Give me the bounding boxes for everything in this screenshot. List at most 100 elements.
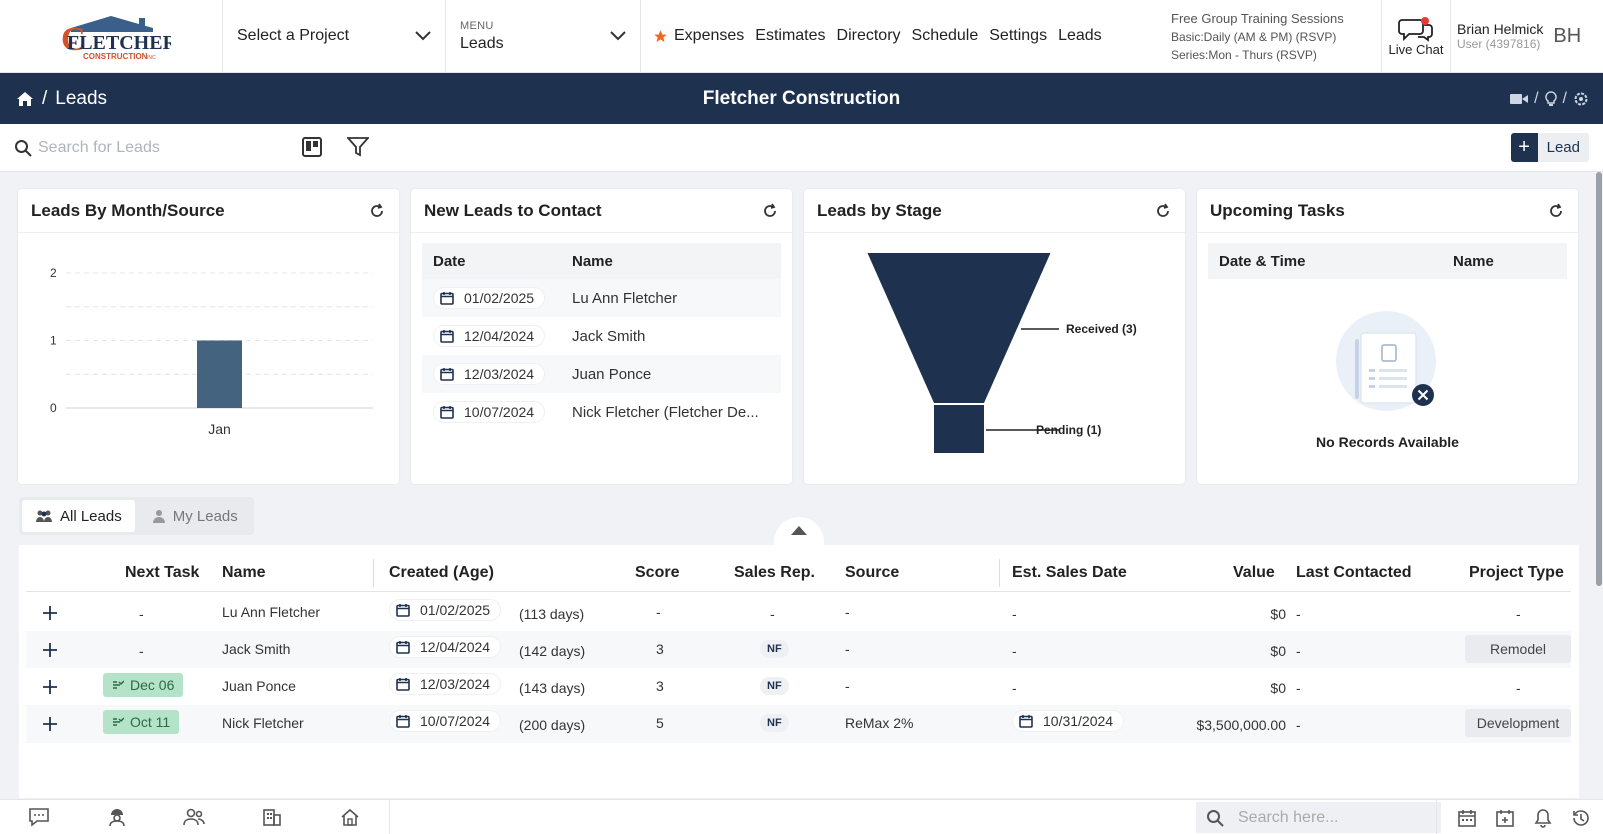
- worker-icon[interactable]: [78, 807, 156, 827]
- expand-row-button[interactable]: [38, 675, 62, 699]
- tab-all-leads[interactable]: All Leads: [22, 500, 135, 532]
- column-header-est-sales-date[interactable]: Est. Sales Date: [1012, 564, 1127, 582]
- est-sales-date: -: [1012, 680, 1017, 696]
- video-icon[interactable]: [1510, 93, 1529, 105]
- date-pill: 10/07/2024: [433, 401, 546, 423]
- lead-date: 12/03/2024: [464, 366, 535, 382]
- table-row[interactable]: - Lu Ann Fletcher 01/02/2025 (113 days) - - - -…: [26, 594, 1571, 632]
- refresh-icon[interactable]: [369, 203, 385, 219]
- lead-name: Nick Fletcher (Fletcher De...: [572, 403, 759, 421]
- calendar-icon: [396, 640, 410, 654]
- contacts-icon[interactable]: [156, 807, 234, 827]
- board-view-icon[interactable]: [302, 137, 322, 157]
- created-date-pill: 01/02/2025: [389, 599, 502, 621]
- widget-upcoming-tasks: Upcoming Tasks Date & Time Name No Recor…: [1197, 189, 1578, 484]
- table-row[interactable]: Oct 11 Nick Fletcher 10/07/2024 (200 days) 5…: [26, 705, 1571, 743]
- search-input[interactable]: [38, 136, 278, 160]
- table-row[interactable]: - Jack Smith 12/04/2024 (142 days) 3 NF - - $0- R…: [26, 631, 1571, 669]
- gear-icon[interactable]: [1573, 91, 1589, 107]
- lead-name[interactable]: Juan Ponce: [222, 678, 296, 694]
- lead-name[interactable]: Lu Ann Fletcher: [222, 604, 320, 620]
- widget-new-leads: New Leads to Contact Date Name 01/02/202…: [411, 189, 792, 484]
- lightbulb-icon[interactable]: [1544, 90, 1557, 107]
- lead-source: -: [845, 641, 850, 657]
- column-header-name[interactable]: Name: [222, 564, 266, 582]
- tab-my-leads[interactable]: My Leads: [139, 500, 251, 532]
- created-date: 10/07/2024: [420, 713, 491, 729]
- funnel-stage-received[interactable]: [867, 253, 1051, 403]
- column-header-sales-rep[interactable]: Sales Rep.: [734, 564, 815, 582]
- next-task-date: Oct 11: [130, 714, 171, 730]
- column-header-last-contacted[interactable]: Last Contacted: [1296, 564, 1412, 582]
- nav-link-settings[interactable]: Settings: [989, 27, 1047, 45]
- column-header-value[interactable]: Value: [1233, 564, 1275, 582]
- column-header-created[interactable]: Created (Age): [389, 564, 494, 582]
- expand-row-button[interactable]: [38, 601, 62, 625]
- plus-icon: +: [1510, 133, 1538, 162]
- next-task-badge[interactable]: Oct 11: [103, 710, 180, 734]
- chat-icon[interactable]: [0, 807, 78, 827]
- list-item[interactable]: 10/07/2024 Nick Fletcher (Fletcher De...: [422, 393, 781, 431]
- lead-date: 10/07/2024: [464, 404, 535, 420]
- project-type-badge[interactable]: Remodel: [1465, 635, 1571, 663]
- lead-age: (143 days): [519, 680, 586, 696]
- collapse-widgets-button[interactable]: [774, 517, 824, 545]
- logo-sup: INC: [147, 55, 156, 61]
- bar[interactable]: [197, 340, 242, 409]
- menu-value: Leads: [460, 34, 504, 52]
- page-scrollbar[interactable]: [1596, 172, 1602, 586]
- calendar-add-icon[interactable]: [1495, 808, 1515, 828]
- list-item[interactable]: 12/03/2024 Juan Ponce: [422, 355, 781, 393]
- nav-link-directory[interactable]: Directory: [837, 27, 901, 45]
- column-header-project-type[interactable]: Project Type: [1469, 564, 1564, 582]
- created-date-pill: 12/03/2024: [389, 673, 502, 695]
- calendar-icon: [440, 291, 454, 305]
- calendar-icon[interactable]: [1457, 808, 1477, 828]
- live-chat-button[interactable]: Live Chat: [1381, 0, 1451, 72]
- nav-link-schedule[interactable]: Schedule: [912, 27, 979, 45]
- list-item[interactable]: 12/04/2024 Jack Smith: [422, 317, 781, 355]
- user-menu[interactable]: Brian Helmick User (4397816) BH: [1451, 0, 1581, 72]
- expand-row-button[interactable]: [38, 638, 62, 662]
- column-header-source[interactable]: Source: [845, 564, 899, 582]
- avatar: BH: [1553, 24, 1582, 47]
- funnel-stage-pending[interactable]: [934, 405, 984, 453]
- top-navigation-bar: C FLETCHER CONSTRUCTION INC Select a Pro…: [0, 0, 1603, 73]
- header-icon-separator: /: [1562, 89, 1567, 107]
- refresh-icon[interactable]: [1155, 203, 1171, 219]
- menu-select[interactable]: MENU Leads: [446, 0, 641, 72]
- expand-row-button[interactable]: [38, 712, 62, 736]
- history-icon[interactable]: [1571, 808, 1591, 828]
- refresh-icon[interactable]: [762, 203, 778, 219]
- lead-score: 3: [656, 678, 664, 694]
- est-sales-date: -: [1012, 606, 1017, 622]
- project-select[interactable]: Select a Project: [223, 0, 446, 72]
- refresh-icon[interactable]: [1548, 203, 1564, 219]
- nav-link-leads[interactable]: Leads: [1058, 27, 1102, 45]
- table-row[interactable]: Dec 06 Juan Ponce 12/03/2024 (143 days) 3 NF -…: [26, 668, 1571, 706]
- house-icon[interactable]: [311, 807, 389, 827]
- lead-name[interactable]: Nick Fletcher: [222, 715, 304, 731]
- project-type-badge[interactable]: Development: [1465, 709, 1571, 737]
- nav-link-estimates[interactable]: Estimates: [755, 27, 825, 45]
- bell-icon[interactable]: [1533, 808, 1553, 828]
- global-search-input[interactable]: [1238, 808, 1428, 827]
- page-header: / Leads Fletcher Construction / /: [0, 73, 1603, 124]
- sales-rep-badge[interactable]: NF: [760, 714, 789, 732]
- add-lead-button[interactable]: + Lead: [1510, 133, 1589, 162]
- column-header-next-task[interactable]: Next Task: [125, 564, 199, 582]
- est-sales-date-pill[interactable]: 10/31/2024: [1012, 710, 1125, 732]
- sales-rep-badge[interactable]: NF: [760, 677, 789, 695]
- next-task-badge[interactable]: Dec 06: [103, 673, 184, 697]
- nav-link-expenses[interactable]: Expenses: [653, 27, 744, 45]
- company-logo[interactable]: C FLETCHER CONSTRUCTION INC: [0, 0, 223, 73]
- home-icon[interactable]: [16, 91, 34, 107]
- column-header-score[interactable]: Score: [635, 564, 679, 582]
- sales-rep-badge[interactable]: NF: [760, 640, 789, 658]
- caret-up-icon: [791, 525, 807, 545]
- lead-name[interactable]: Jack Smith: [222, 641, 290, 657]
- list-item[interactable]: 01/02/2025 Lu Ann Fletcher: [422, 279, 781, 317]
- building-icon[interactable]: [233, 807, 311, 827]
- training-info[interactable]: Free Group Training Sessions Basic:Daily…: [1171, 0, 1381, 72]
- filter-icon[interactable]: [347, 137, 369, 157]
